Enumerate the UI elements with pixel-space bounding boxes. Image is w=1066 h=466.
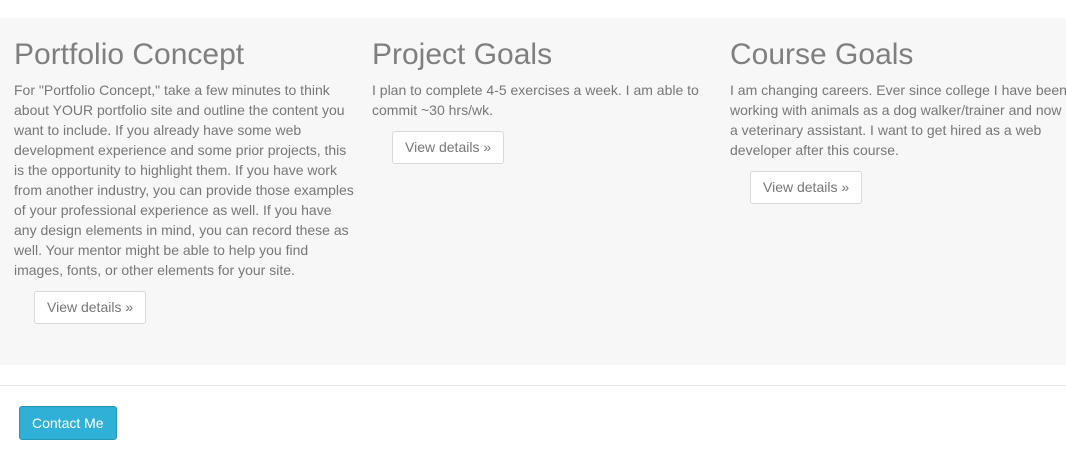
section-title: Portfolio Concept	[14, 38, 245, 71]
section-title: Course Goals	[730, 38, 914, 71]
section-project-goals: Project Goals I plan to complete 4-5 exe…	[372, 36, 712, 164]
section-body: For "Portfolio Concept," take a few minu…	[14, 82, 354, 278]
view-details-button[interactable]: View details »	[750, 171, 863, 204]
view-details-button[interactable]: View details »	[392, 131, 505, 164]
section-portfolio-concept: Portfolio Concept For "Portfolio Concept…	[14, 36, 354, 324]
contact-me-button[interactable]: Contact Me	[19, 406, 117, 440]
section-body: I am changing careers. Ever since colleg…	[730, 82, 1066, 158]
view-details-button[interactable]: View details »	[34, 291, 147, 324]
section-title: Project Goals	[372, 38, 553, 71]
section-course-goals: Course Goals I am changing careers. Ever…	[730, 36, 1066, 204]
content-panel: Portfolio Concept For "Portfolio Concept…	[0, 18, 1066, 365]
divider	[0, 385, 1066, 386]
section-body: I plan to complete 4-5 exercises a week.…	[372, 82, 699, 118]
page: Portfolio Concept For "Portfolio Concept…	[0, 0, 1066, 466]
